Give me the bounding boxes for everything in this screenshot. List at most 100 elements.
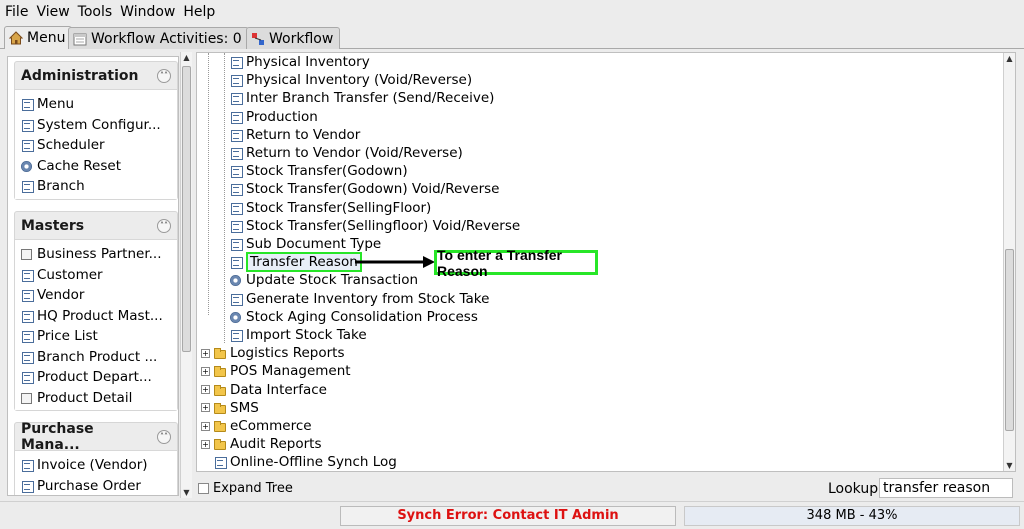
expand-tree-checkbox[interactable] [198,482,209,494]
tree-item-label: Stock Transfer(Godown) Void/Reverse [246,181,500,198]
menubar: File View Tools Window Help [0,0,1024,24]
sidebar-item-label: Purchase Order [37,477,141,494]
sidebar-item-branch-product[interactable]: Branch Product ... [21,347,177,368]
expand-icon[interactable]: + [201,403,210,413]
expand-icon[interactable]: + [201,348,210,358]
section-header[interactable]: Administration ˄˄ [15,62,177,90]
section-header[interactable]: Purchase Mana... ˄˄ [15,421,177,453]
document-icon [230,220,243,233]
menu-file[interactable]: File [4,4,35,20]
sidebar-item-vendor[interactable]: Vendor [21,285,177,306]
collapse-icon[interactable]: ˄˄ [157,218,171,233]
scroll-thumb[interactable] [182,66,191,352]
tree-item-return-to-vendor[interactable]: Return to Vendor [230,126,360,144]
sidebar-item-menu[interactable]: Menu [21,94,177,115]
sidebar-item-product-department[interactable]: Product Depart... [21,367,177,388]
sidebar-item-purchase-order[interactable]: Purchase Order [21,476,177,496]
menu-tools[interactable]: Tools [77,4,120,20]
sidebar-item-label: Business Partner... [37,246,162,263]
sidebar-item-product-detail[interactable]: Product Detail [21,388,177,409]
sidebar-item-scheduler[interactable]: Scheduler [21,135,177,156]
section-header[interactable]: Masters ˄˄ [15,212,177,240]
tree-folder-data-interface[interactable]: + Data Interface [201,381,327,399]
tree-item-label: Return to Vendor (Void/Reverse) [246,145,463,162]
collapse-icon[interactable]: ˄˄ [157,429,171,444]
document-icon [230,147,243,161]
tree-scrollbar[interactable]: ▲ ▼ [1003,53,1015,471]
expand-icon[interactable]: + [201,385,210,395]
expand-icon[interactable]: + [201,421,210,431]
tree-item-stock-aging-consolidation-process[interactable]: Stock Aging Consolidation Process [230,308,478,326]
tree-folder-label: POS Management [230,363,351,380]
sidebar-item-label: Menu [37,96,75,113]
document-icon [21,180,34,194]
sidebar-item-system-configuration[interactable]: System Configur... [21,115,177,136]
list-icon [21,392,33,404]
document-icon [230,256,243,270]
expand-icon[interactable]: + [201,439,210,449]
memory-indicator: 348 MB - 43% [684,506,1020,526]
tree-item-physical-inventory-void-reverse[interactable]: Physical Inventory (Void/Reverse) [230,71,472,89]
tree-item-generate-inventory-from-stock-take[interactable]: Generate Inventory from Stock Take [230,290,489,308]
menu-help[interactable]: Help [182,4,222,20]
tab-label: Workflow [269,30,334,47]
tree-item-sub-document-type[interactable]: Sub Document Type [230,235,381,253]
sidebar-item-price-list[interactable]: Price List [21,326,177,347]
tree-item-label: Production [246,108,318,125]
sidebar-item-hq-product-master[interactable]: HQ Product Mast... [21,306,177,327]
tree-item-transfer-reason[interactable]: Transfer Reason [230,252,362,273]
tab-label: Menu [27,30,66,46]
tab-bar: Menu Workflow Activities: 0 Workflow [0,24,1024,49]
scroll-down-icon[interactable]: ▼ [1004,460,1015,471]
folder-icon [214,347,226,360]
sync-error-button[interactable]: Synch Error: Contact IT Admin [340,506,676,526]
tree-item-stock-transfer-godown-void-reverse[interactable]: Stock Transfer(Godown) Void/Reverse [230,180,500,198]
scroll-down-icon[interactable]: ▼ [181,487,192,498]
scroll-up-icon[interactable]: ▲ [181,52,192,63]
tree-item-return-to-vendor-void-reverse[interactable]: Return to Vendor (Void/Reverse) [230,144,463,162]
gear-icon [230,274,242,287]
folder-icon [214,384,226,396]
tree-item-label: Stock Transfer(Sellingfloor) Void/Revers… [246,217,521,234]
tab-workflow[interactable]: Workflow [246,27,341,49]
expand-tree-label[interactable]: Expand Tree [213,481,293,496]
sidebar-item-cache-reset[interactable]: Cache Reset [21,156,177,177]
scroll-thumb[interactable] [1005,249,1014,431]
tree-folder-logistics-reports[interactable]: + Logistics Reports [201,344,344,362]
tree-item-physical-inventory[interactable]: Physical Inventory [230,53,370,71]
collapse-icon[interactable]: ˄˄ [157,68,171,83]
sidebar-item-customer[interactable]: Customer [21,265,177,286]
sidebar-item-label: System Configur... [37,116,161,133]
tree-item-label: Generate Inventory from Stock Take [246,290,490,307]
sidebar-item-invoice-vendor[interactable]: Invoice (Vendor) [21,455,177,476]
tree-folder-pos-management[interactable]: + POS Management [201,362,351,380]
document-icon [230,92,243,106]
tree-folder-audit-reports[interactable]: + Audit Reports [201,435,321,453]
tree-folder-label: Logistics Reports [230,345,345,362]
tree-item-stock-transfer-godown[interactable]: Stock Transfer(Godown) [230,162,408,180]
tree-item-stock-transfer-sellingfloor[interactable]: Stock Transfer(SellingFloor) [230,199,431,217]
tree-item-online-offline-synch-log[interactable]: Online-Offline Synch Log [214,453,397,471]
tree-item-update-stock-transaction[interactable]: Update Stock Transaction [230,271,418,289]
tree-folder-label: eCommerce [230,418,312,435]
tree-folder-sms[interactable]: + SMS [201,399,259,417]
tree-item-inter-branch-transfer-send-receive[interactable]: Inter Branch Transfer (Send/Receive) [230,89,494,107]
tree-folder-label: Data Interface [230,381,327,398]
sidebar-scrollbar[interactable]: ▲ ▼ [180,52,192,498]
tree-folder-ecommerce[interactable]: + eCommerce [201,417,312,435]
sidebar-item-label: Cache Reset [37,157,121,174]
tree-item-stock-transfer-sellingfloor-void-reverse[interactable]: Stock Transfer(Sellingfloor) Void/Revers… [230,217,520,235]
annotation-arrow [355,256,435,268]
menu-window[interactable]: Window [119,4,182,20]
tree-item-label: Return to Vendor [246,126,361,143]
scroll-up-icon[interactable]: ▲ [1004,53,1015,64]
tab-menu[interactable]: Menu [4,26,73,49]
menu-view[interactable]: View [35,4,76,20]
sidebar-item-branch[interactable]: Branch [21,176,177,197]
sidebar-item-business-partner[interactable]: Business Partner... [21,244,177,265]
tree-item-import-stock-take[interactable]: Import Stock Take [230,326,367,344]
lookup-input[interactable]: transfer reason [879,478,1013,498]
tab-workflow-activities[interactable]: Workflow Activities: 0 [68,27,249,49]
expand-icon[interactable]: + [201,366,210,376]
tree-item-production[interactable]: Production [230,108,318,126]
